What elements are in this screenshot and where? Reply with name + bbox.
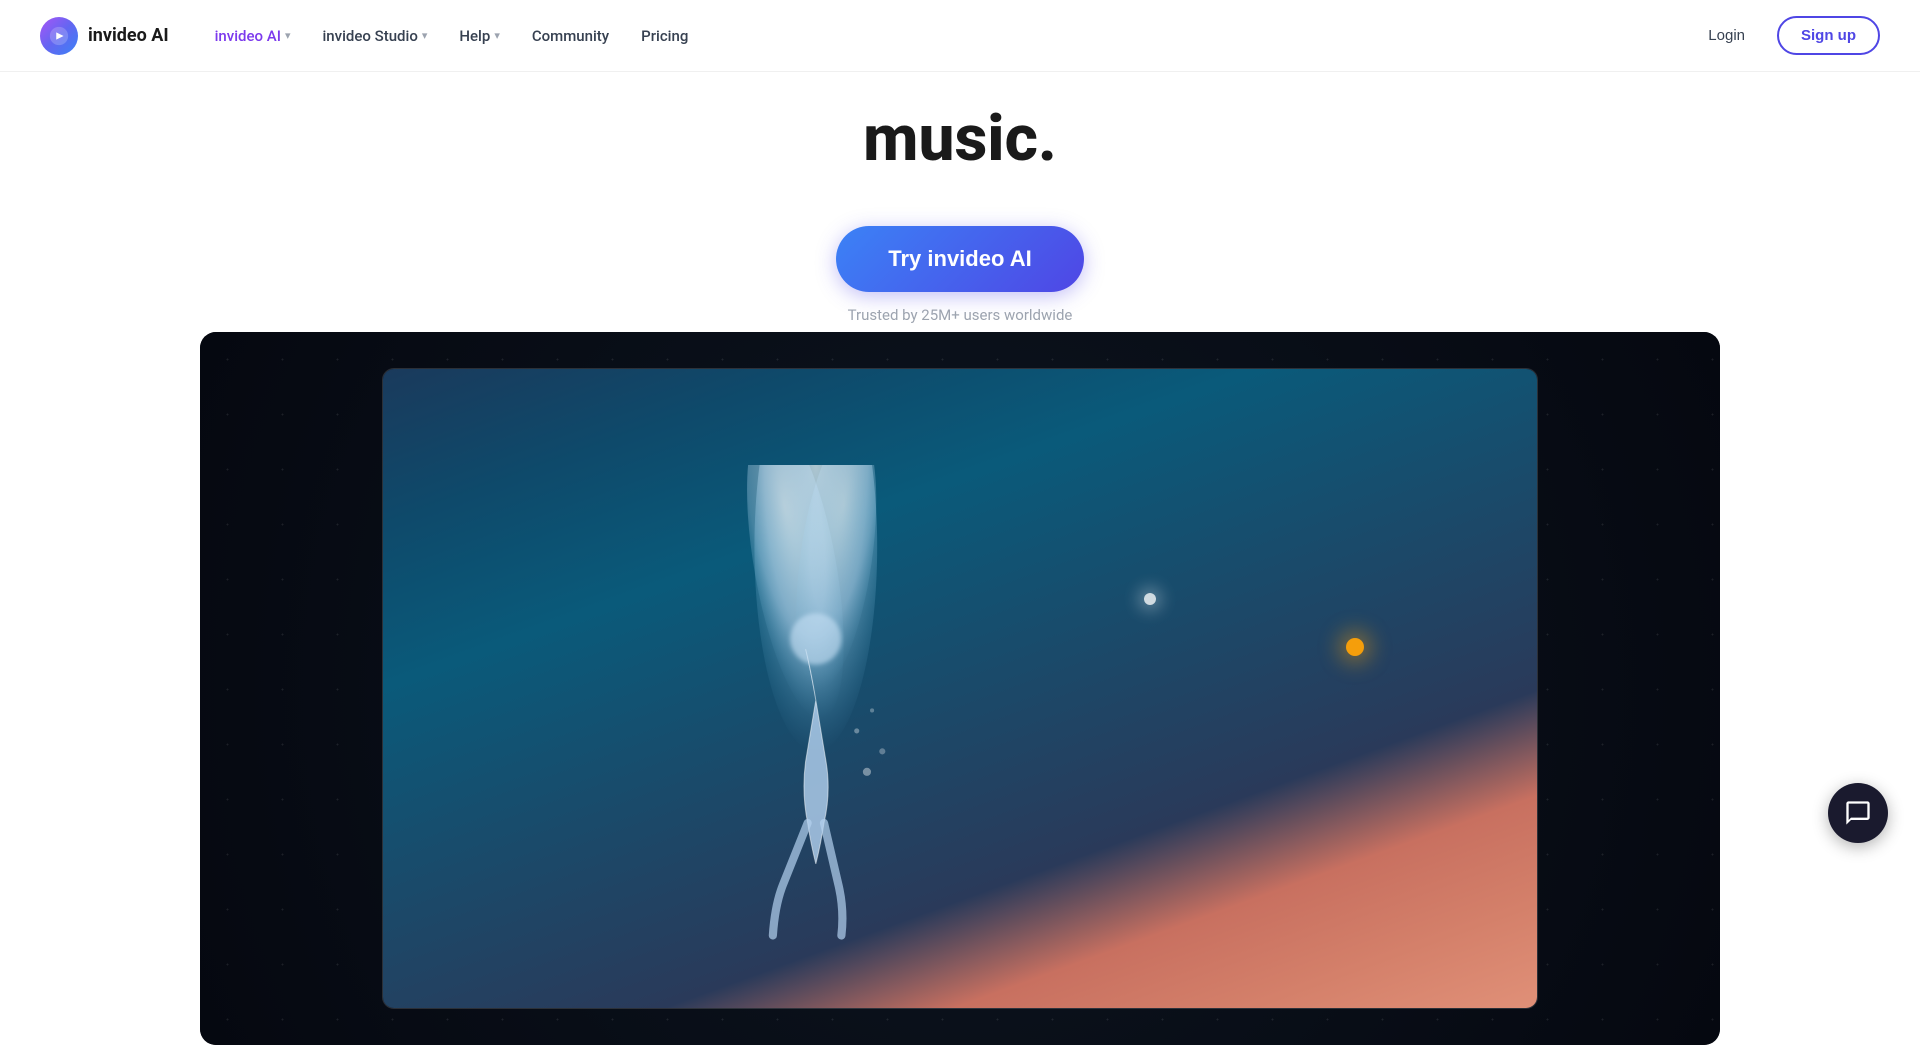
chat-button[interactable] <box>1828 783 1888 843</box>
hero-section: music. Try invideo AI Trusted by 25M+ us… <box>0 0 1920 1045</box>
logo-icon <box>40 17 78 55</box>
logo-text: invideo AI <box>88 25 169 46</box>
video-inner-frame <box>382 368 1537 1009</box>
chat-icon <box>1844 799 1872 827</box>
hero-title-word: music. <box>863 101 1057 176</box>
nav-right: Login Sign up <box>1692 16 1880 55</box>
chevron-down-icon: ▾ <box>494 29 500 42</box>
try-invideo-ai-button[interactable]: Try invideo AI <box>836 226 1083 292</box>
nav-links: invideo AI ▾ invideo Studio ▾ Help ▾ Com… <box>201 19 703 53</box>
nav-left: invideo AI invideo AI ▾ invideo Studio ▾… <box>40 17 702 55</box>
nav-label-invideo-ai: invideo AI <box>215 27 281 45</box>
hero-text: music. <box>823 72 1097 198</box>
chevron-down-icon: ▾ <box>285 29 291 42</box>
nav-label-help: Help <box>459 27 490 45</box>
signup-button[interactable]: Sign up <box>1777 16 1880 55</box>
orb-white <box>1144 593 1156 605</box>
video-section <box>0 332 1920 1045</box>
logo[interactable]: invideo AI <box>40 17 169 55</box>
swimmer-figure <box>614 465 1018 976</box>
nav-label-invideo-studio: invideo Studio <box>322 27 417 45</box>
nav-item-invideo-studio[interactable]: invideo Studio ▾ <box>308 19 441 53</box>
video-wrapper[interactable] <box>200 332 1720 1045</box>
trust-text: Trusted by 25M+ users worldwide <box>848 306 1073 324</box>
orb-yellow <box>1346 638 1364 656</box>
underwater-scene <box>383 369 1536 1008</box>
nav-item-invideo-ai[interactable]: invideo AI ▾ <box>201 19 305 53</box>
nav-item-pricing[interactable]: Pricing <box>627 19 702 53</box>
nav-item-help[interactable]: Help ▾ <box>445 19 513 53</box>
hero-cta: Try invideo AI Trusted by 25M+ users wor… <box>836 226 1083 324</box>
chevron-down-icon: ▾ <box>422 29 428 42</box>
nav-label-community: Community <box>532 27 609 45</box>
nav-item-community[interactable]: Community <box>518 19 623 53</box>
login-button[interactable]: Login <box>1692 19 1761 52</box>
navbar: invideo AI invideo AI ▾ invideo Studio ▾… <box>0 0 1920 72</box>
nav-label-pricing: Pricing <box>641 27 688 45</box>
hero-title: music. <box>863 104 1057 174</box>
